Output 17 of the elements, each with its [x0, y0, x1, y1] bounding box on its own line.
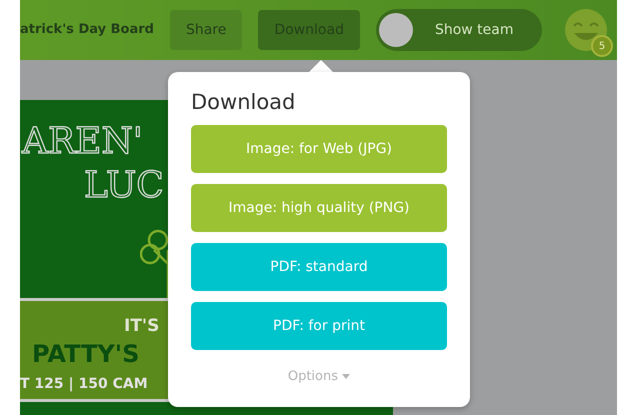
popover-title: Download	[191, 90, 296, 116]
download-option[interactable]: PDF: for print	[191, 302, 447, 350]
board-title: atrick's Day Board	[20, 21, 154, 40]
download-option[interactable]: PDF: standard	[191, 243, 447, 292]
count-badge: 5	[591, 35, 613, 57]
caret-icon	[342, 374, 350, 380]
poster-kicker: IT'S	[124, 315, 160, 338]
poster-title: PATTY'S	[32, 339, 140, 370]
topbar-button[interactable]: Share	[170, 10, 242, 50]
poster-headline: AREN'	[22, 120, 143, 164]
toggle-label: Show team	[434, 20, 514, 40]
download-option[interactable]: Image: high quality (PNG)	[191, 184, 447, 232]
options-dropdown[interactable]: Options	[282, 366, 356, 388]
team-toggle[interactable]: Show team	[376, 9, 542, 51]
poster-headline: LUC	[84, 164, 164, 208]
download-option[interactable]: Image: for Web (JPG)	[191, 125, 447, 174]
poster-address: T 125 | 150 CAM	[20, 375, 148, 394]
